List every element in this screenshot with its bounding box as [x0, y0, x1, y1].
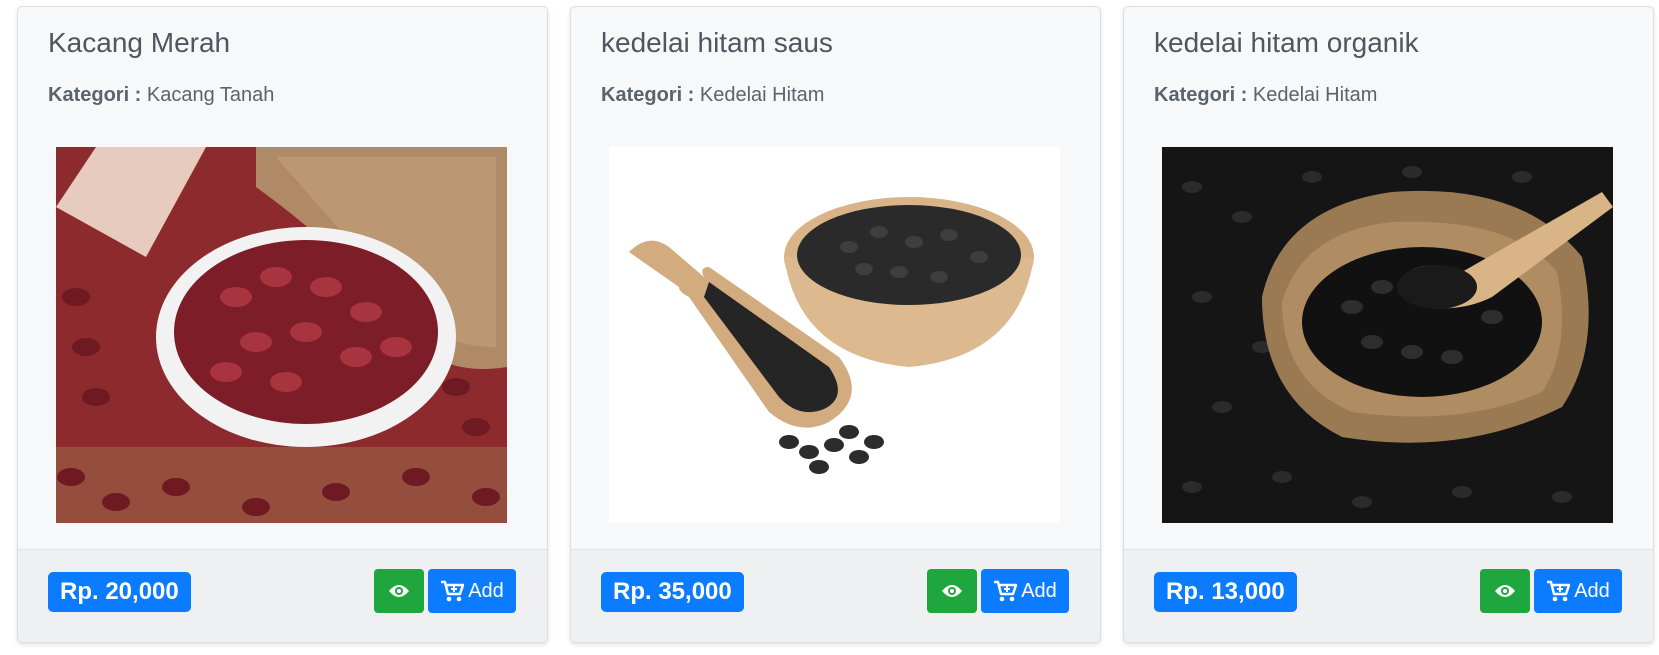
cart-plus-icon [994, 580, 1018, 602]
cart-plus-icon [1547, 580, 1571, 602]
eye-icon [389, 585, 409, 597]
card-footer: Rp. 13,000 Add [1124, 549, 1653, 642]
category-value: Kedelai Hitam [699, 84, 825, 106]
product-card: kedelai hitam saus Kategori : Kedelai Hi… [570, 6, 1101, 643]
black-beans-bowl-scoop-photo [609, 147, 1060, 523]
product-card: Kacang Merah Kategori : Kacang Tanah Rp.… [17, 6, 548, 643]
category-label: Kategori : [48, 84, 142, 106]
product-image [56, 147, 507, 523]
card-footer: Rp. 35,000 Add [571, 549, 1100, 642]
category-label: Kategori : [1154, 84, 1248, 106]
add-to-cart-button[interactable]: Add [981, 569, 1069, 613]
view-button[interactable] [927, 569, 977, 613]
product-category: Kategori : Kedelai Hitam [1154, 84, 1377, 107]
category-value: Kacang Tanah [146, 84, 275, 106]
view-button[interactable] [374, 569, 424, 613]
add-to-cart-button[interactable]: Add [1534, 569, 1622, 613]
add-to-cart-button[interactable]: Add [428, 569, 516, 613]
card-footer: Rp. 20,000 Add [18, 549, 547, 642]
product-category: Kategori : Kedelai Hitam [601, 84, 824, 107]
product-title: Kacang Merah [48, 27, 231, 58]
product-category: Kategori : Kacang Tanah [48, 84, 274, 107]
black-beans-sack-spoon-photo [1162, 147, 1613, 523]
price-badge: Rp. 35,000 [601, 572, 744, 612]
eye-icon [1495, 585, 1515, 597]
add-button-label: Add [468, 579, 504, 602]
product-image [1162, 147, 1613, 523]
cart-plus-icon [441, 580, 465, 602]
product-image [609, 147, 1060, 523]
view-button[interactable] [1480, 569, 1530, 613]
add-button-label: Add [1021, 579, 1057, 602]
product-grid: Kacang Merah Kategori : Kacang Tanah Rp.… [17, 6, 1654, 643]
category-label: Kategori : [601, 84, 695, 106]
category-value: Kedelai Hitam [1252, 84, 1378, 106]
product-title: kedelai hitam saus [601, 27, 833, 58]
price-badge: Rp. 20,000 [48, 572, 191, 612]
product-card: kedelai hitam organik Kategori : Kedelai… [1123, 6, 1654, 643]
product-title: kedelai hitam organik [1154, 27, 1419, 58]
price-badge: Rp. 13,000 [1154, 572, 1297, 612]
red-kidney-beans-photo [56, 147, 507, 523]
eye-icon [942, 585, 962, 597]
add-button-label: Add [1574, 579, 1610, 602]
